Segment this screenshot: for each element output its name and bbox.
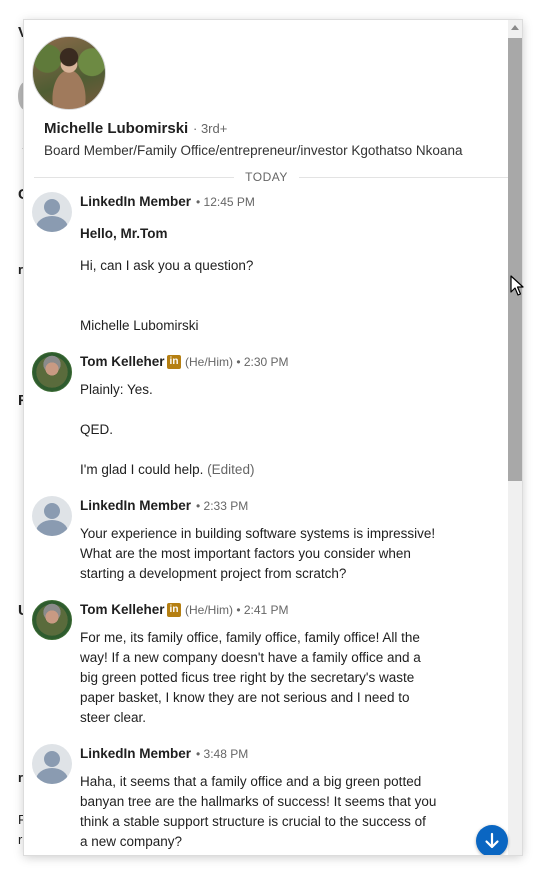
scroll-up-icon[interactable] [511,25,519,30]
message-text: Hi, can I ask you a question? [80,258,254,273]
sender-pronouns: (He/Him) • 2:41 PM [185,603,289,617]
day-label: TODAY [245,170,288,184]
avatar[interactable] [32,352,72,392]
jump-to-latest-button[interactable] [476,825,508,855]
sender-name[interactable]: LinkedIn Member [80,746,191,761]
message-text: starting a development project from scra… [80,566,347,581]
message-text: I'm glad I could help. (Edited) [80,462,255,477]
edited-label: (Edited) [207,462,255,477]
message-text: What are the most important factors you … [80,546,411,561]
message-timestamp: • 12:45 PM [196,195,255,209]
connection-degree: · 3rd+ [193,121,228,136]
profile-headline: Board Member/Family Office/entrepreneur/… [44,143,463,158]
background-text: r [18,262,24,277]
message-thread[interactable]: Michelle Lubomirski · 3rd+ Board Member/… [24,20,508,855]
conversation-panel: Michelle Lubomirski · 3rd+ Board Member/… [24,20,522,855]
avatar[interactable] [32,600,72,640]
message-text: For me, its family office, family office… [80,630,420,645]
message-text: QED. [80,422,114,437]
scrollbar-thumb[interactable] [508,38,522,481]
sender-name[interactable]: LinkedIn Member [80,194,191,209]
message-timestamp: • 3:48 PM [196,747,249,761]
sender-name[interactable]: Tom Kelleher [80,354,165,369]
linkedin-badge-icon: in [167,355,181,369]
message-text: steer clear. [80,710,147,725]
message-text: way! If a new company doesn't have a fam… [80,650,421,665]
avatar[interactable] [32,496,72,536]
message-text: think a stable support structure is cruc… [80,814,426,829]
message-text: Plainly: Yes. [80,382,153,397]
message-text: a new company? [80,834,183,849]
profile-photo[interactable] [32,36,106,110]
message-text: Hello, Mr.Tom [80,226,168,241]
sender-name[interactable]: Tom Kelleher [80,602,165,617]
separator-line [34,177,234,178]
message-text: Haha, it seems that a family office and … [80,774,422,789]
day-separator: TODAY [24,170,508,184]
avatar[interactable] [32,192,72,232]
message-text: banyan tree are the hallmarks of success… [80,794,437,809]
arrow-down-icon [485,832,499,849]
message-text: Michelle Lubomirski [80,318,199,333]
sender-pronouns: (He/Him) • 2:30 PM [185,355,289,369]
message-text: Your experience in building software sys… [80,526,436,541]
background-text: r [18,770,24,785]
profile-name[interactable]: Michelle Lubomirski [44,120,188,137]
scrollbar[interactable] [508,20,522,855]
avatar[interactable] [32,744,72,784]
linkedin-badge-icon: in [167,603,181,617]
background-text: r [18,832,23,847]
message-timestamp: • 2:33 PM [196,499,249,513]
mouse-pointer-icon [510,275,524,296]
message-text: paper basket, I know they are not seriou… [80,690,410,705]
message-text: big green potted ficus tree right by the… [80,670,415,685]
separator-line [299,177,508,178]
sender-name[interactable]: LinkedIn Member [80,498,191,513]
